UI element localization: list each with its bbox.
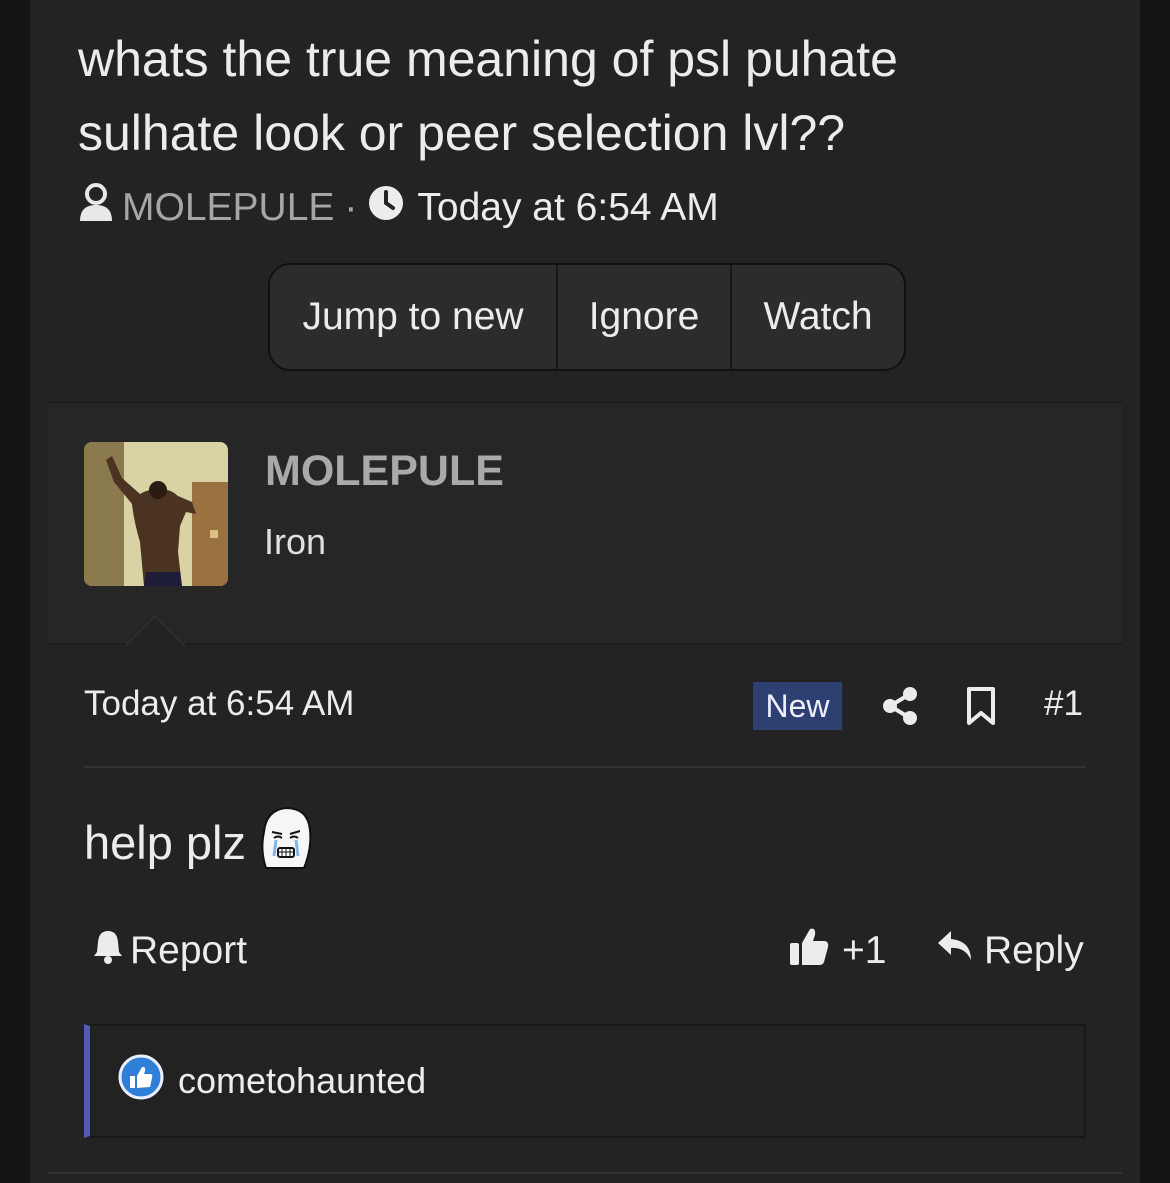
poster-username[interactable]: MOLEPULE	[265, 447, 504, 496]
share-icon[interactable]	[882, 686, 918, 731]
clock-icon	[367, 184, 405, 232]
bookmark-icon[interactable]	[966, 686, 996, 731]
post-divider	[84, 766, 1086, 768]
thread-meta: MOLEPULE · Today at 6:54 AM	[78, 183, 719, 233]
poster-info: MOLEPULE Iron	[48, 401, 1122, 648]
post-number-link[interactable]: #1	[1044, 684, 1083, 724]
report-label: Report	[130, 929, 248, 972]
reply-icon	[936, 929, 974, 973]
like-reaction-icon	[118, 1054, 164, 1109]
post: Today at 6:54 AM New #1 help plz Report …	[48, 646, 1122, 1183]
reaction-users[interactable]: cometohaunted	[178, 1060, 426, 1102]
thumbs-up-icon	[788, 925, 830, 977]
bottom-divider	[48, 1172, 1122, 1174]
jump-to-new-button[interactable]: Jump to new	[270, 265, 558, 369]
poster-user-title: Iron	[264, 521, 327, 562]
new-badge: New	[753, 682, 842, 730]
bell-icon	[92, 928, 124, 974]
user-icon	[78, 183, 114, 233]
reply-button[interactable]: Reply	[936, 928, 1084, 974]
crying-wojak-emoji	[256, 804, 314, 881]
post-text: help plz	[84, 815, 246, 869]
page-container: whats the true meaning of psl puhate sul…	[30, 0, 1140, 1183]
message-arrow	[123, 614, 187, 648]
ignore-button[interactable]: Ignore	[558, 265, 732, 369]
thread-date-link[interactable]: Today at 6:54 AM	[417, 186, 718, 230]
meta-separator: ·	[344, 186, 358, 229]
thread-button-group: Jump to new Ignore Watch	[268, 263, 906, 371]
thread-author-link[interactable]: MOLEPULE	[122, 186, 334, 230]
post-date-link[interactable]: Today at 6:54 AM	[84, 684, 354, 724]
like-label: +1	[842, 929, 887, 972]
reply-label: Reply	[984, 929, 1084, 972]
like-button[interactable]: +1	[788, 928, 886, 974]
report-button[interactable]: Report	[92, 928, 247, 974]
post-body: help plz	[84, 802, 314, 882]
watch-button[interactable]: Watch	[732, 265, 904, 369]
avatar[interactable]	[84, 442, 228, 586]
thread-title: whats the true meaning of psl puhate sul…	[78, 31, 898, 161]
reactions-bar[interactable]: cometohaunted	[84, 1024, 1086, 1138]
